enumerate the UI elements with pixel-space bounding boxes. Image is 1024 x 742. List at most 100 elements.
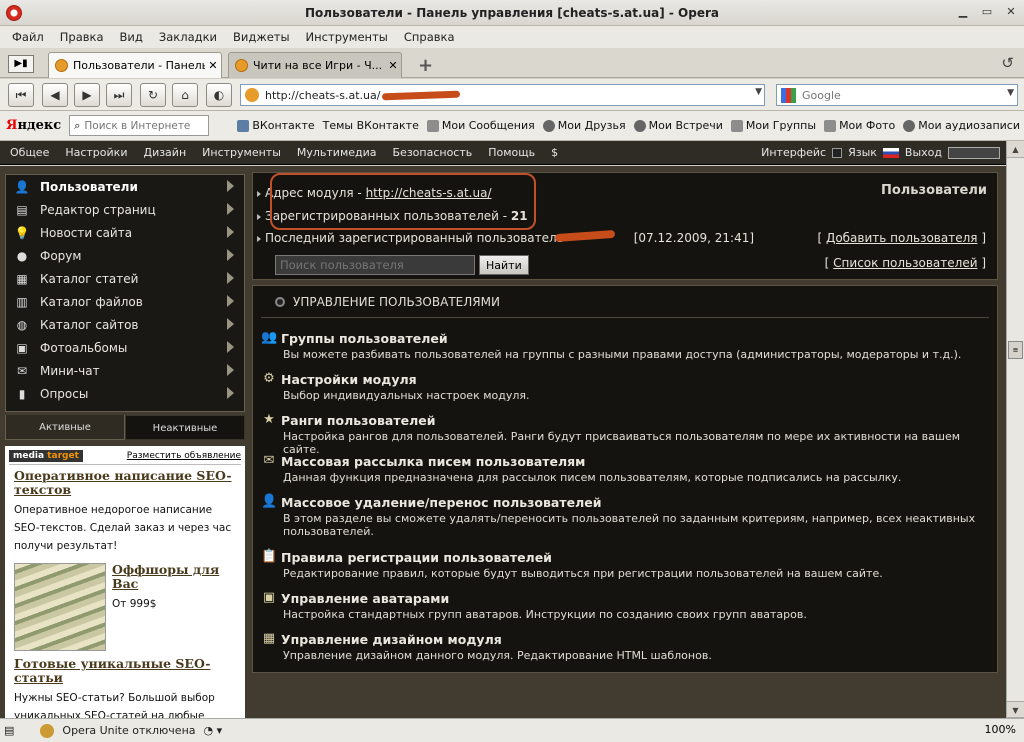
menu-widgets[interactable]: Виджеты <box>225 30 298 44</box>
close-icon[interactable]: ✕ <box>1002 4 1020 20</box>
mediatarget-logo[interactable]: media target <box>9 450 83 462</box>
scroll-up-icon[interactable]: ▲ <box>1007 141 1024 158</box>
scroll-thumb[interactable]: ≡ <box>1008 341 1023 359</box>
yandex-search[interactable]: ⌕ <box>69 115 210 136</box>
photo-icon <box>824 119 837 132</box>
yandex-link-audio[interactable]: Мои аудиозаписи <box>899 119 1024 132</box>
chevron-right-icon <box>227 249 234 261</box>
width-slider[interactable] <box>948 146 1000 159</box>
users-icon: 👥 <box>261 330 278 345</box>
sidebar-item-forum[interactable]: ● Форум <box>6 244 244 267</box>
tab-cheats[interactable]: Чити на все Игри - Ч... ✕ <box>228 52 402 78</box>
panel-menu-multimedia[interactable]: Мультимедиа <box>289 146 385 159</box>
search-field[interactable]: ▼ <box>776 84 1018 106</box>
flag-icon[interactable] <box>882 147 899 158</box>
panel-menu-design[interactable]: Дизайн <box>135 146 194 159</box>
place-ad-link[interactable]: Разместить объявление <box>127 451 241 461</box>
menu-help[interactable]: Справка <box>396 30 463 44</box>
panel-menu-settings[interactable]: Настройки <box>57 146 135 159</box>
sidebar-item-articles[interactable]: ▦ Каталог статей <box>6 267 244 290</box>
user-list-link[interactable]: [ Список пользователей ] <box>825 256 986 270</box>
menu-view[interactable]: Вид <box>112 30 151 44</box>
yandex-search-input[interactable] <box>84 119 205 132</box>
unite-icon[interactable] <box>40 723 55 738</box>
sidebar-item-polls[interactable]: ▮ Опросы <box>6 382 244 405</box>
vertical-scrollbar[interactable]: ▲ ≡ ▼ <box>1006 141 1024 718</box>
sidebar-item-news[interactable]: 💡 Новости сайта <box>6 221 244 244</box>
closed-tabs-icon[interactable]: ↺ <box>1001 54 1014 72</box>
ad-title[interactable]: Оперативное написание SEO-текстов <box>5 469 245 497</box>
sidebar-item-files[interactable]: ▥ Каталог файлов <box>6 290 244 313</box>
chevron-right-icon <box>227 318 234 330</box>
logout-link[interactable]: Выход <box>905 146 942 159</box>
google-search-input[interactable] <box>802 88 1002 102</box>
sidebar-item-users[interactable]: 👤 Пользователи <box>6 175 244 198</box>
sidebar-item-photos[interactable]: ▣ Фотоальбомы <box>6 336 244 359</box>
rewind-icon[interactable]: ⏮ <box>8 83 34 107</box>
tab-active-modules[interactable]: Активные <box>5 415 125 440</box>
unite-status[interactable]: Opera Unite отключена <box>58 724 199 737</box>
section-link[interactable]: Ранги пользователей <box>281 413 435 428</box>
panel-toggle-icon[interactable]: ▶▮ <box>8 55 34 73</box>
ad-block: media target Разместить объявление Опера… <box>5 446 245 718</box>
yandex-logo[interactable]: Яндекс <box>6 118 61 133</box>
panel-menu-dollar[interactable]: $ <box>543 146 566 159</box>
section-link[interactable]: Группы пользователей <box>281 331 448 346</box>
interface-checkbox[interactable] <box>832 147 843 158</box>
sidebar-item-chat[interactable]: ✉ Мини-чат <box>6 359 244 382</box>
tab-close-icon[interactable]: ✕ <box>205 59 221 72</box>
user-search-input[interactable] <box>275 255 475 275</box>
address-field[interactable]: http://cheats-s.at.ua/ ▼ <box>240 84 765 106</box>
yandex-link-vk-themes[interactable]: Темы ВКонтакте <box>319 119 423 132</box>
ad-title[interactable]: Оффшоры для Вас <box>112 563 236 591</box>
home-icon[interactable]: ⌂ <box>172 83 198 107</box>
tab-close-icon[interactable]: ✕ <box>385 59 401 72</box>
reload-icon[interactable]: ↻ <box>140 83 166 107</box>
tab-users[interactable]: Пользователи - Панель... ✕ <box>48 52 222 78</box>
menu-edit[interactable]: Правка <box>52 30 112 44</box>
panel-icon[interactable]: ▤ <box>0 724 18 737</box>
section-link[interactable]: Управление дизайном модуля <box>281 632 502 647</box>
turbo-icon[interactable]: ◔ ▾ <box>200 724 227 737</box>
section-link[interactable]: Массовое удаление/перенос пользователей <box>281 495 601 510</box>
section-link[interactable]: Управление аватарами <box>281 591 449 606</box>
find-button[interactable]: Найти <box>479 255 529 275</box>
ad-image[interactable] <box>14 563 106 651</box>
scroll-down-icon[interactable]: ▼ <box>1007 701 1024 718</box>
panel-menu-security[interactable]: Безопасность <box>385 146 481 159</box>
yandex-link-photos[interactable]: Мои Фото <box>820 119 899 132</box>
yandex-link-groups[interactable]: Мои Группы <box>727 119 820 132</box>
yandex-link-friends[interactable]: Мои Друзья <box>539 119 630 132</box>
panel-menu-help[interactable]: Помощь <box>480 146 543 159</box>
section-link[interactable]: Массовая рассылка писем пользователям <box>281 454 585 469</box>
clipboard-icon: 📋 <box>261 549 278 564</box>
security-icon[interactable]: ◐ <box>206 83 232 107</box>
yandex-link-messages[interactable]: Мои Сообщения <box>423 119 539 132</box>
minimize-icon[interactable]: ▁ <box>954 4 972 20</box>
section-link[interactable]: Настройки модуля <box>281 372 417 387</box>
chevron-down-icon[interactable]: ▼ <box>1007 88 1014 98</box>
panel-menu-general[interactable]: Общее <box>2 146 57 159</box>
tab-inactive-modules[interactable]: Неактивные <box>125 415 245 440</box>
sidebar-item-sites[interactable]: ◍ Каталог сайтов <box>6 313 244 336</box>
yandex-link-vk[interactable]: ВКонтакте <box>233 119 318 132</box>
google-icon[interactable] <box>781 87 796 103</box>
last-user-row: Последний зарегистрированный пользовател… <box>256 231 755 245</box>
fast-forward-icon[interactable]: ⏭ <box>106 83 132 107</box>
files-icon: ▥ <box>16 294 28 309</box>
sidebar-item-pages[interactable]: ▤ Редактор страниц <box>6 198 244 221</box>
maximize-icon[interactable]: ▭ <box>978 4 996 20</box>
panel-menu-tools[interactable]: Инструменты <box>194 146 289 159</box>
menu-tools[interactable]: Инструменты <box>298 30 396 44</box>
add-user-link[interactable]: [ Добавить пользователя ] <box>817 231 986 245</box>
section-link[interactable]: Правила регистрации пользователей <box>281 550 552 565</box>
menu-file[interactable]: Файл <box>4 30 52 44</box>
menu-bookmarks[interactable]: Закладки <box>151 30 225 44</box>
yandex-link-meetings[interactable]: Мои Встречи <box>630 119 727 132</box>
forward-icon[interactable]: ▶ <box>74 83 100 107</box>
back-icon[interactable]: ◀ <box>42 83 68 107</box>
zoom-level[interactable]: 100% <box>985 723 1016 736</box>
new-tab-icon[interactable]: + <box>418 55 433 76</box>
chevron-down-icon[interactable]: ▼ <box>755 87 762 97</box>
ad-title[interactable]: Готовые уникальные SEO-статьи <box>5 657 245 685</box>
